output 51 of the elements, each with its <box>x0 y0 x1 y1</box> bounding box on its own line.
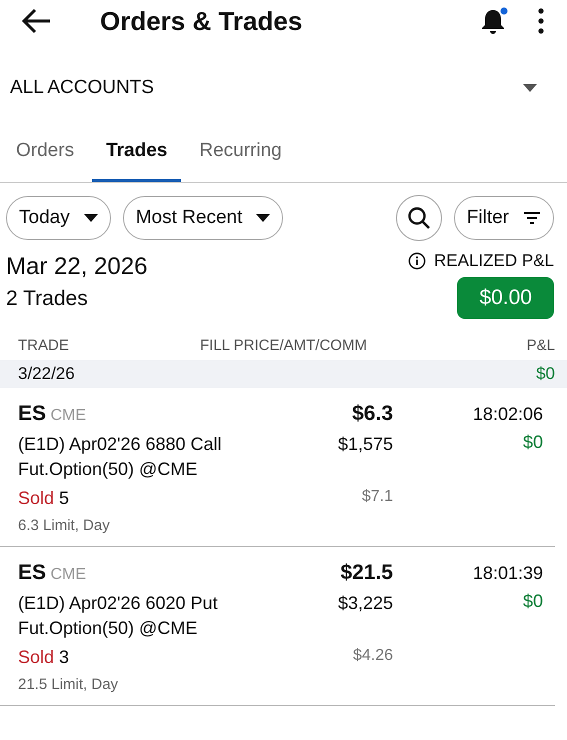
tab[interactable]: Recurring <box>185 138 296 182</box>
column-header: P&L <box>526 337 555 354</box>
trade-exchange: CME <box>50 566 86 583</box>
fill-price: $21.5 <box>339 561 393 585</box>
band-pl: $0 <box>536 364 555 384</box>
dropdown-caret-icon <box>84 214 98 222</box>
commission: $4.26 <box>352 647 393 665</box>
realized-pl-value: $0.00 <box>457 277 554 319</box>
trade-count: 2 Trades <box>6 287 89 311</box>
trade-pl: $0 <box>522 591 543 612</box>
account-selector[interactable]: ALL ACCOUNTS <box>10 77 154 99</box>
trade-quantity: 3 <box>59 647 70 667</box>
order-details: 21.5 Limit, Day <box>18 676 120 693</box>
fill-price: $6.3 <box>351 402 393 426</box>
info-icon[interactable] <box>408 252 426 270</box>
contract-name: (E1D) Apr02'26 6020 Put <box>18 592 219 615</box>
contract-name: (E1D) Apr02'26 6880 Call <box>18 433 223 456</box>
summary-date: Mar 22, 2026 <box>6 253 148 281</box>
more-icon[interactable] <box>537 7 545 35</box>
trade-time: 18:01:39 <box>472 563 543 584</box>
trade-pl: $0 <box>522 432 543 453</box>
trade-side: Sold <box>18 647 54 667</box>
commission: $7.1 <box>360 488 393 506</box>
tab[interactable]: Orders <box>2 138 88 182</box>
dropdown-caret-icon[interactable] <box>523 84 537 92</box>
trade-time: 18:02:06 <box>472 404 543 425</box>
trade-symbol: ES <box>18 402 46 425</box>
trade-quantity: 5 <box>59 488 70 508</box>
filter-button[interactable]: Filter <box>454 196 554 240</box>
search-button[interactable] <box>396 195 442 241</box>
realized-pl-label: REALIZED P&L <box>434 251 554 271</box>
page-title: Orders & Trades <box>100 6 304 36</box>
bell-icon[interactable] <box>479 6 509 36</box>
trade-symbol: ES <box>18 561 46 584</box>
column-header: TRADE <box>18 337 70 354</box>
fill-amount: $1,575 <box>336 433 393 456</box>
tab[interactable]: Trades <box>92 138 182 182</box>
search-icon <box>406 206 431 230</box>
fill-amount: $3,225 <box>336 592 393 615</box>
column-header: FILL PRICE/AMT/COMM <box>200 337 368 354</box>
band-date: 3/22/26 <box>18 364 75 384</box>
back-icon[interactable] <box>20 7 52 35</box>
contract-type: Fut.Option(50) @CME <box>18 458 198 481</box>
filter-dropdown[interactable]: Today <box>6 196 111 240</box>
order-details: 6.3 Limit, Day <box>18 517 111 534</box>
filter-dropdown[interactable]: Most Recent <box>122 196 284 240</box>
trade-exchange: CME <box>50 407 86 424</box>
contract-type: Fut.Option(50) @CME <box>18 617 198 640</box>
trade-side: Sold <box>18 488 54 508</box>
dropdown-caret-icon <box>256 214 270 222</box>
filter-icon <box>523 211 541 225</box>
